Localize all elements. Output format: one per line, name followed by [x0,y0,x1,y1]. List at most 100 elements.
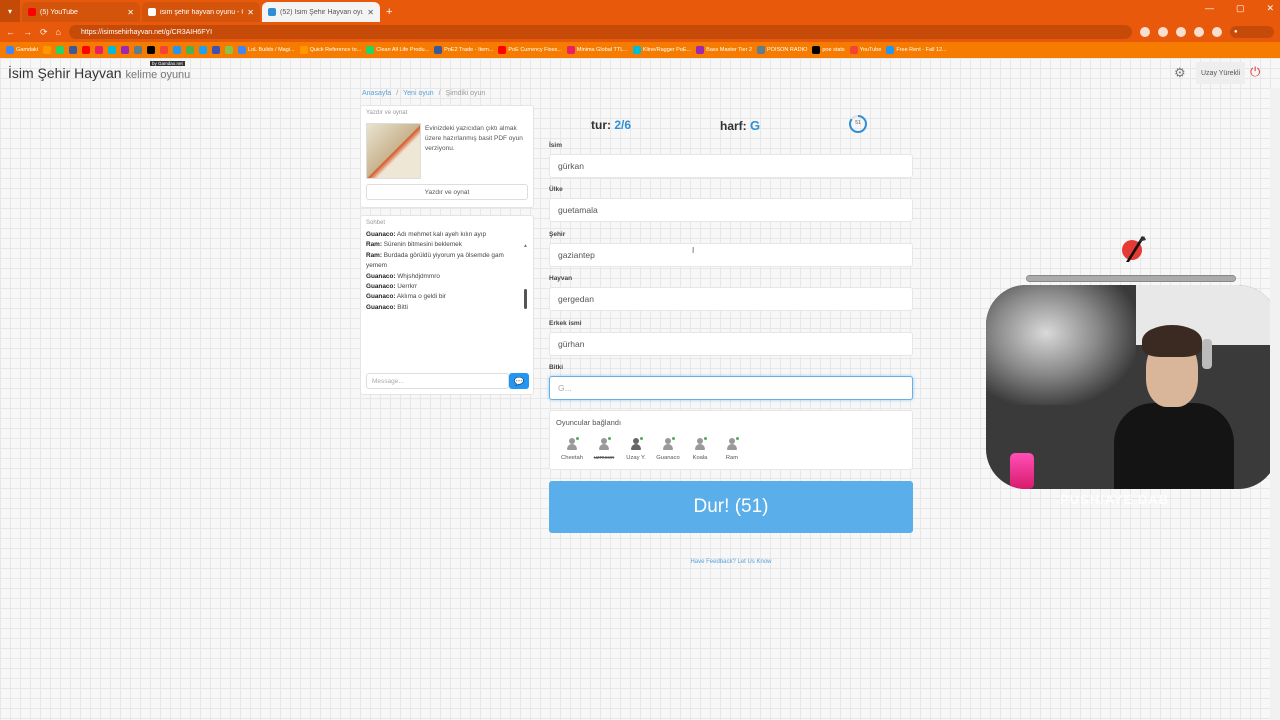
field-label-name: İsim [549,142,563,149]
home-icon[interactable]: ⌂ [56,27,61,37]
bookmark-item[interactable] [225,46,234,54]
round-indicator: tur: 2/6 [591,118,631,132]
bookmark-item[interactable] [134,46,143,54]
bookmark-item[interactable]: LoL Builds / Magi... [238,46,295,54]
extension-icon[interactable] [1176,27,1186,37]
scroll-thumb[interactable] [524,289,527,309]
player-name: uzmoon [593,455,615,461]
close-icon[interactable]: ✕ [247,8,254,17]
bookmark-icon [6,46,14,54]
extension-icon[interactable] [1158,27,1168,37]
feedback-link[interactable]: Have Feedback? Let Us Know [549,559,913,565]
male-name-field[interactable]: gürhan [549,332,913,356]
bookmark-item[interactable] [95,46,104,54]
bookmark-item[interactable] [43,46,52,54]
tab-youtube[interactable]: (5) YouTube ✕ [22,2,140,22]
tab-google[interactable]: isim şehir hayvan oyunu - Google ✕ [142,2,260,22]
bookmark-item[interactable] [147,46,156,54]
chat-message-input[interactable]: Message... [366,373,509,389]
forward-icon[interactable]: → [23,27,32,37]
field-label-plant: Bitki [549,364,564,371]
bookmark-icon [147,46,156,54]
site-icon [268,8,276,16]
city-field[interactable]: gaziantep [549,243,913,267]
brand-tag: by Gamdao.net [150,61,185,66]
close-icon[interactable]: ✕ [127,8,134,17]
chat-message: Ram: Burdada görüldü yiyorum ya ölsemde … [366,251,518,272]
round-label: tur: [591,118,611,132]
chat-text: Sürenin bitmesini beklemek [383,241,462,249]
maximize-icon[interactable]: ▢ [1236,3,1245,14]
player-item: Guanaco [654,437,682,461]
stop-button[interactable]: Dur! (51) [549,481,913,533]
username-button[interactable]: Uzay Yürekli [1196,62,1246,84]
breadcrumb-home[interactable]: Anasayfa [362,90,391,97]
bookmark-item[interactable]: POISON RADIO [757,46,807,54]
close-icon[interactable]: ✕ [367,8,374,17]
bookmark-label: Clean All Life Produ... [376,47,430,53]
bookmark-item[interactable]: Bass Master Tier 2 [696,46,752,54]
bookmark-item[interactable] [82,46,91,54]
scroll-up-icon[interactable]: ▲ [523,243,528,249]
window-menu-icon[interactable]: ▾ [0,0,20,22]
breadcrumb-new-game[interactable]: Yeni oyun [403,90,434,97]
bookmark-icon [238,46,247,54]
bookmark-item[interactable]: Minima Global TTL... [566,46,628,54]
bookmark-item[interactable]: Quick Reference to... [299,46,362,54]
bookmark-item[interactable] [108,46,117,54]
reload-icon[interactable]: ⟳ [40,27,48,38]
bookmark-icon [69,46,78,54]
site-logo[interactable]: İsim Şehir Hayvan kelime oyunu [8,65,190,81]
breadcrumb-separator: / [396,90,399,97]
bookmark-item[interactable]: PoE Currency Fixes... [498,46,562,54]
bookmark-item[interactable] [69,46,78,54]
send-message-button[interactable]: 💬 [509,373,529,389]
bookmark-icon [199,46,208,54]
user-icon [629,437,643,451]
country-field[interactable]: guetamala [549,198,913,222]
bookmark-item[interactable] [212,46,221,54]
player-item: Cheetah [558,437,586,461]
animal-field[interactable]: gergedan [549,287,913,311]
extension-icon[interactable] [1194,27,1204,37]
bookmark-item[interactable] [199,46,208,54]
chat-username: Ram: [366,241,382,249]
headset [1202,339,1212,369]
print-and-play-button[interactable]: Yazdır ve oynat [366,184,528,200]
gear-icon[interactable]: ⚙ [1174,66,1188,80]
bookmark-item[interactable] [160,46,169,54]
bookmark-label: Quick Reference to... [309,47,362,53]
bookmark-item[interactable]: Clean All Life Produ... [366,46,429,54]
bookmark-item[interactable]: PoE2 Trade - Item... [434,46,493,54]
streamer-hair [1142,325,1202,357]
profile-button[interactable]: ● [1230,26,1274,38]
field-label-male-name: Erkek ismi [549,320,582,327]
name-field[interactable]: gürkan [549,154,913,178]
chat-scrollbar[interactable]: ▲ [523,234,528,350]
extension-icon[interactable] [1140,27,1150,37]
bookmark-item[interactable] [173,46,182,54]
bookmark-item[interactable]: Kline/Ragger PoE... [632,46,691,54]
chat-bubble-icon: 💬 [514,376,524,386]
new-tab-button[interactable]: + [386,2,392,22]
bookmark-item[interactable] [121,46,130,54]
plant-field[interactable]: G... [549,376,913,400]
bookmark-item[interactable]: Gamdaki [6,46,38,54]
bookmark-icon [812,46,821,54]
bookmark-icon [134,46,143,54]
close-window-icon[interactable]: ✕ [1266,3,1274,14]
back-icon[interactable]: ← [6,27,15,37]
bookmark-item[interactable]: YouTube [849,46,881,54]
bookmark-item[interactable]: Free Rent - Fall 12... [886,46,947,54]
bookmark-item[interactable] [186,46,195,54]
minimize-icon[interactable]: — [1205,3,1214,14]
page-scrollbar[interactable] [1270,88,1280,720]
bookmark-item[interactable]: poe stats [812,46,845,54]
streamer-hoodie [1114,403,1234,489]
extension-icon[interactable] [1212,27,1222,37]
tab-game[interactable]: (52) İsim Şehir Hayvan oyunu... ✕ [262,2,380,22]
bookmark-item[interactable] [56,46,65,54]
chat-messages: Guanaco: Adı mehmet kalı ayeh kılın ayıp… [366,230,518,350]
logout-icon[interactable]: ⏻ [1250,64,1260,80]
url-field[interactable]: https://isimsehirhayvan.net/g/CR3AIH6FYI [68,25,1132,39]
